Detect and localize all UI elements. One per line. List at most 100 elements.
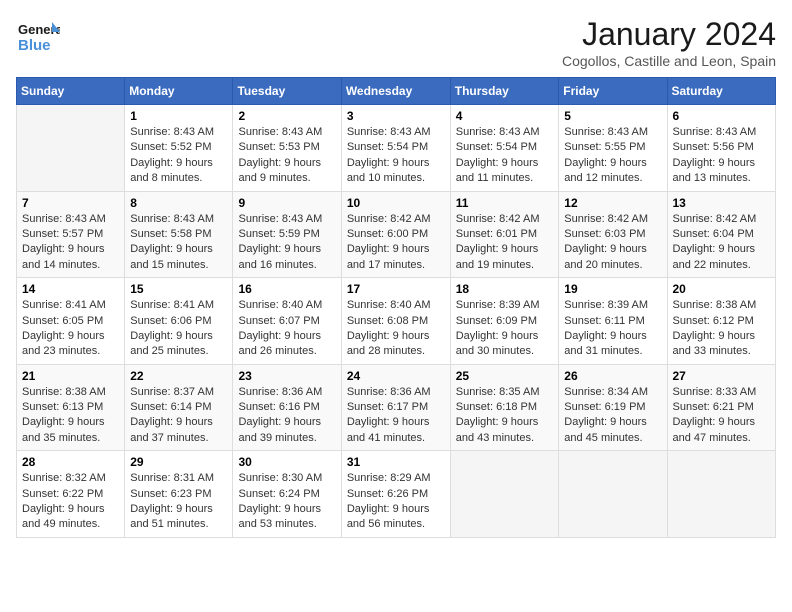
day-number: 9	[238, 196, 335, 210]
weekday-header: Saturday	[667, 78, 776, 105]
day-number: 21	[22, 369, 119, 383]
day-info: Sunrise: 8:43 AM Sunset: 5:58 PM Dayligh…	[130, 212, 227, 274]
calendar-cell: 8Sunrise: 8:43 AM Sunset: 5:58 PM Daylig…	[125, 191, 233, 278]
day-info: Sunrise: 8:35 AM Sunset: 6:18 PM Dayligh…	[456, 385, 554, 447]
calendar-cell: 3Sunrise: 8:43 AM Sunset: 5:54 PM Daylig…	[341, 105, 450, 192]
calendar-cell: 7 Sunrise: 8:43 AM Sunset: 5:57 PM Daylig…	[17, 191, 125, 278]
day-number: 25	[456, 369, 554, 383]
day-info: Sunrise: 8:42 AM Sunset: 6:01 PM Dayligh…	[456, 212, 554, 274]
calendar-cell	[450, 451, 559, 538]
weekday-header: Tuesday	[233, 78, 341, 105]
calendar-cell: 29Sunrise: 8:31 AM Sunset: 6:23 PM Dayli…	[125, 451, 233, 538]
day-info: Sunrise: 8:42 AM Sunset: 6:03 PM Dayligh…	[564, 212, 661, 274]
day-info: Sunrise: 8:30 AM Sunset: 6:24 PM Dayligh…	[238, 471, 335, 533]
weekday-header: Thursday	[450, 78, 559, 105]
day-info: Sunrise: 8:37 AM Sunset: 6:14 PM Dayligh…	[130, 385, 227, 447]
calendar-cell: 5Sunrise: 8:43 AM Sunset: 5:55 PM Daylig…	[559, 105, 667, 192]
calendar-week-row: 21 Sunrise: 8:38 AM Sunset: 6:13 PM Dayli…	[17, 364, 776, 451]
day-info: Sunrise: 8:42 AM Sunset: 6:04 PM Dayligh…	[673, 212, 771, 274]
calendar-cell: 17 Sunrise: 8:40 AM Sunset: 6:08 PM Dayli…	[341, 278, 450, 365]
day-info: Sunrise: 8:39 AM Sunset: 6:11 PM Dayligh…	[564, 298, 661, 360]
day-number: 26	[564, 369, 661, 383]
day-info: Sunrise: 8:43 AM Sunset: 5:55 PM Dayligh…	[564, 125, 661, 187]
calendar-cell: 16 Sunrise: 8:40 AM Sunset: 6:07 PM Dayli…	[233, 278, 341, 365]
day-info: Sunrise: 8:43 AM Sunset: 5:56 PM Dayligh…	[673, 125, 771, 187]
calendar-cell: 22Sunrise: 8:37 AM Sunset: 6:14 PM Dayli…	[125, 364, 233, 451]
day-number: 31	[347, 455, 445, 469]
day-number: 19	[564, 282, 661, 296]
day-number: 1	[130, 109, 227, 123]
weekday-header: Monday	[125, 78, 233, 105]
day-info: Sunrise: 8:40 AM Sunset: 6:08 PM Dayligh…	[347, 298, 445, 360]
day-number: 18	[456, 282, 554, 296]
day-info: Sunrise: 8:39 AM Sunset: 6:09 PM Dayligh…	[456, 298, 554, 360]
calendar-cell: 27 Sunrise: 8:33 AM Sunset: 6:21 PM Dayli…	[667, 364, 776, 451]
day-number: 14	[22, 282, 119, 296]
calendar-cell: 15Sunrise: 8:41 AM Sunset: 6:06 PM Dayli…	[125, 278, 233, 365]
day-number: 2	[238, 109, 335, 123]
calendar-cell: 23 Sunrise: 8:36 AM Sunset: 6:16 PM Dayli…	[233, 364, 341, 451]
day-info: Sunrise: 8:43 AM Sunset: 5:53 PM Dayligh…	[238, 125, 335, 187]
page-header: General Blue January 2024 Cogollos, Cast…	[16, 16, 776, 69]
calendar-cell: 2 Sunrise: 8:43 AM Sunset: 5:53 PM Daylig…	[233, 105, 341, 192]
weekday-header: Sunday	[17, 78, 125, 105]
calendar-cell: 19 Sunrise: 8:39 AM Sunset: 6:11 PM Dayli…	[559, 278, 667, 365]
calendar-cell: 28 Sunrise: 8:32 AM Sunset: 6:22 PM Dayli…	[17, 451, 125, 538]
day-number: 20	[673, 282, 771, 296]
day-number: 10	[347, 196, 445, 210]
day-info: Sunrise: 8:40 AM Sunset: 6:07 PM Dayligh…	[238, 298, 335, 360]
day-info: Sunrise: 8:43 AM Sunset: 5:54 PM Dayligh…	[347, 125, 445, 187]
weekday-header: Wednesday	[341, 78, 450, 105]
day-info: Sunrise: 8:41 AM Sunset: 6:05 PM Dayligh…	[22, 298, 119, 360]
day-info: Sunrise: 8:38 AM Sunset: 6:12 PM Dayligh…	[673, 298, 771, 360]
calendar-cell: 1 Sunrise: 8:43 AM Sunset: 5:52 PM Daylig…	[125, 105, 233, 192]
day-number: 15	[130, 282, 227, 296]
day-number: 17	[347, 282, 445, 296]
calendar-week-row: 7 Sunrise: 8:43 AM Sunset: 5:57 PM Daylig…	[17, 191, 776, 278]
day-number: 7	[22, 196, 119, 210]
calendar-cell: 25 Sunrise: 8:35 AM Sunset: 6:18 PM Dayli…	[450, 364, 559, 451]
calendar-cell: 6 Sunrise: 8:43 AM Sunset: 5:56 PM Daylig…	[667, 105, 776, 192]
day-number: 12	[564, 196, 661, 210]
day-info: Sunrise: 8:43 AM Sunset: 5:57 PM Dayligh…	[22, 212, 119, 274]
calendar-cell	[559, 451, 667, 538]
day-info: Sunrise: 8:33 AM Sunset: 6:21 PM Dayligh…	[673, 385, 771, 447]
title-block: January 2024 Cogollos, Castille and Leon…	[562, 16, 776, 69]
calendar-cell: 4Sunrise: 8:43 AM Sunset: 5:54 PM Daylig…	[450, 105, 559, 192]
calendar-cell: 9 Sunrise: 8:43 AM Sunset: 5:59 PM Daylig…	[233, 191, 341, 278]
calendar-cell: 31 Sunrise: 8:29 AM Sunset: 6:26 PM Dayli…	[341, 451, 450, 538]
location: Cogollos, Castille and Leon, Spain	[562, 53, 776, 69]
calendar-cell: 12 Sunrise: 8:42 AM Sunset: 6:03 PM Dayli…	[559, 191, 667, 278]
day-number: 27	[673, 369, 771, 383]
logo: General Blue	[16, 16, 60, 60]
day-number: 23	[238, 369, 335, 383]
day-info: Sunrise: 8:36 AM Sunset: 6:17 PM Dayligh…	[347, 385, 445, 447]
calendar-cell: 13Sunrise: 8:42 AM Sunset: 6:04 PM Dayli…	[667, 191, 776, 278]
day-info: Sunrise: 8:36 AM Sunset: 6:16 PM Dayligh…	[238, 385, 335, 447]
month-title: January 2024	[562, 16, 776, 53]
calendar-cell: 24 Sunrise: 8:36 AM Sunset: 6:17 PM Dayli…	[341, 364, 450, 451]
svg-text:Blue: Blue	[18, 37, 51, 54]
day-number: 6	[673, 109, 771, 123]
day-info: Sunrise: 8:34 AM Sunset: 6:19 PM Dayligh…	[564, 385, 661, 447]
calendar-cell: 26 Sunrise: 8:34 AM Sunset: 6:19 PM Dayli…	[559, 364, 667, 451]
calendar-week-row: 28 Sunrise: 8:32 AM Sunset: 6:22 PM Dayli…	[17, 451, 776, 538]
day-info: Sunrise: 8:32 AM Sunset: 6:22 PM Dayligh…	[22, 471, 119, 533]
day-info: Sunrise: 8:29 AM Sunset: 6:26 PM Dayligh…	[347, 471, 445, 533]
day-info: Sunrise: 8:38 AM Sunset: 6:13 PM Dayligh…	[22, 385, 119, 447]
day-info: Sunrise: 8:43 AM Sunset: 5:59 PM Dayligh…	[238, 212, 335, 274]
day-info: Sunrise: 8:43 AM Sunset: 5:54 PM Dayligh…	[456, 125, 554, 187]
calendar-cell: 30 Sunrise: 8:30 AM Sunset: 6:24 PM Dayli…	[233, 451, 341, 538]
day-number: 30	[238, 455, 335, 469]
day-number: 29	[130, 455, 227, 469]
calendar-header-row: SundayMondayTuesdayWednesdayThursdayFrid…	[17, 78, 776, 105]
logo-svg: General Blue	[16, 16, 60, 60]
day-number: 16	[238, 282, 335, 296]
day-info: Sunrise: 8:42 AM Sunset: 6:00 PM Dayligh…	[347, 212, 445, 274]
day-info: Sunrise: 8:43 AM Sunset: 5:52 PM Dayligh…	[130, 125, 227, 187]
day-number: 28	[22, 455, 119, 469]
calendar-cell: 10 Sunrise: 8:42 AM Sunset: 6:00 PM Dayli…	[341, 191, 450, 278]
day-number: 24	[347, 369, 445, 383]
day-number: 11	[456, 196, 554, 210]
calendar-cell: 20 Sunrise: 8:38 AM Sunset: 6:12 PM Dayli…	[667, 278, 776, 365]
